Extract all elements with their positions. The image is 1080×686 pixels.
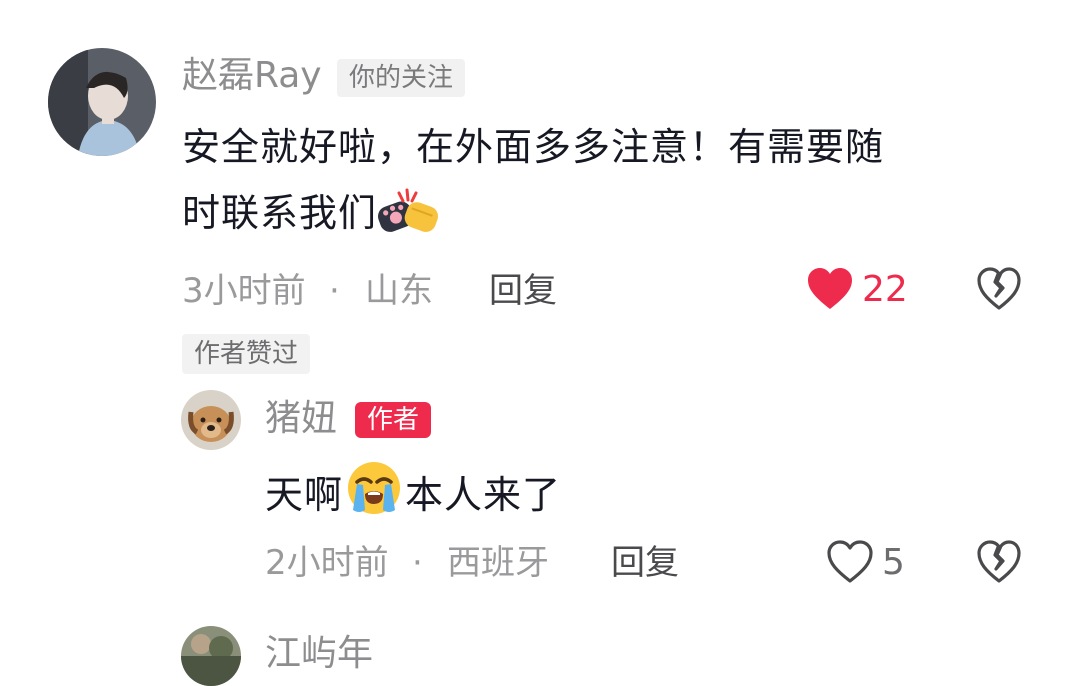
reply-button[interactable]: 回复	[489, 274, 557, 308]
dislike-button[interactable]	[976, 266, 1022, 312]
following-badge: 你的关注	[337, 59, 466, 97]
loudly-crying-emoji	[343, 458, 405, 536]
username[interactable]: 赵磊Ray	[182, 58, 322, 94]
author-badge: 作者	[355, 402, 432, 438]
like-count: 22	[862, 269, 908, 310]
next-username[interactable]: 江屿年	[265, 636, 373, 672]
broken-heart-icon	[977, 267, 1021, 310]
broken-heart-icon	[977, 540, 1021, 583]
reply-avatar[interactable]	[181, 390, 241, 450]
reply-like-count: 5	[882, 542, 905, 583]
next-avatar[interactable]	[181, 626, 241, 686]
reply-meta-separator: ·	[412, 543, 423, 583]
fist-bump-emoji	[377, 188, 439, 254]
comment-location: 山东	[365, 271, 433, 311]
heart-filled-icon	[808, 268, 852, 309]
like-button[interactable]	[806, 266, 854, 312]
comment-line-2: 时联系我们	[182, 180, 1032, 254]
reply-text-before: 天啊	[265, 473, 344, 517]
reply-text: 天啊 本人来了	[265, 458, 561, 536]
reply-location: 西班牙	[447, 543, 549, 583]
comment-text: 安全就好啦，在外面多多注意！有需要随 时联系我们	[182, 114, 1032, 254]
heart-outline-icon	[827, 540, 873, 583]
reply-dislike-button[interactable]	[976, 539, 1022, 585]
avatar[interactable]	[48, 48, 156, 156]
comment-line-2-text: 时联系我们	[182, 191, 378, 235]
comment-line-1: 安全就好啦，在外面多多注意！有需要随	[182, 125, 885, 169]
reply-username[interactable]: 猪妞	[265, 401, 337, 437]
reply-time: 2小时前	[265, 543, 389, 583]
reply-text-after: 本人来了	[405, 473, 562, 517]
reply-like-button[interactable]	[826, 539, 874, 585]
reply-reply-button[interactable]: 回复	[611, 546, 679, 580]
comment-time: 3小时前	[182, 271, 306, 311]
author-liked-badge: 作者赞过	[182, 334, 311, 374]
meta-separator: ·	[329, 271, 340, 311]
